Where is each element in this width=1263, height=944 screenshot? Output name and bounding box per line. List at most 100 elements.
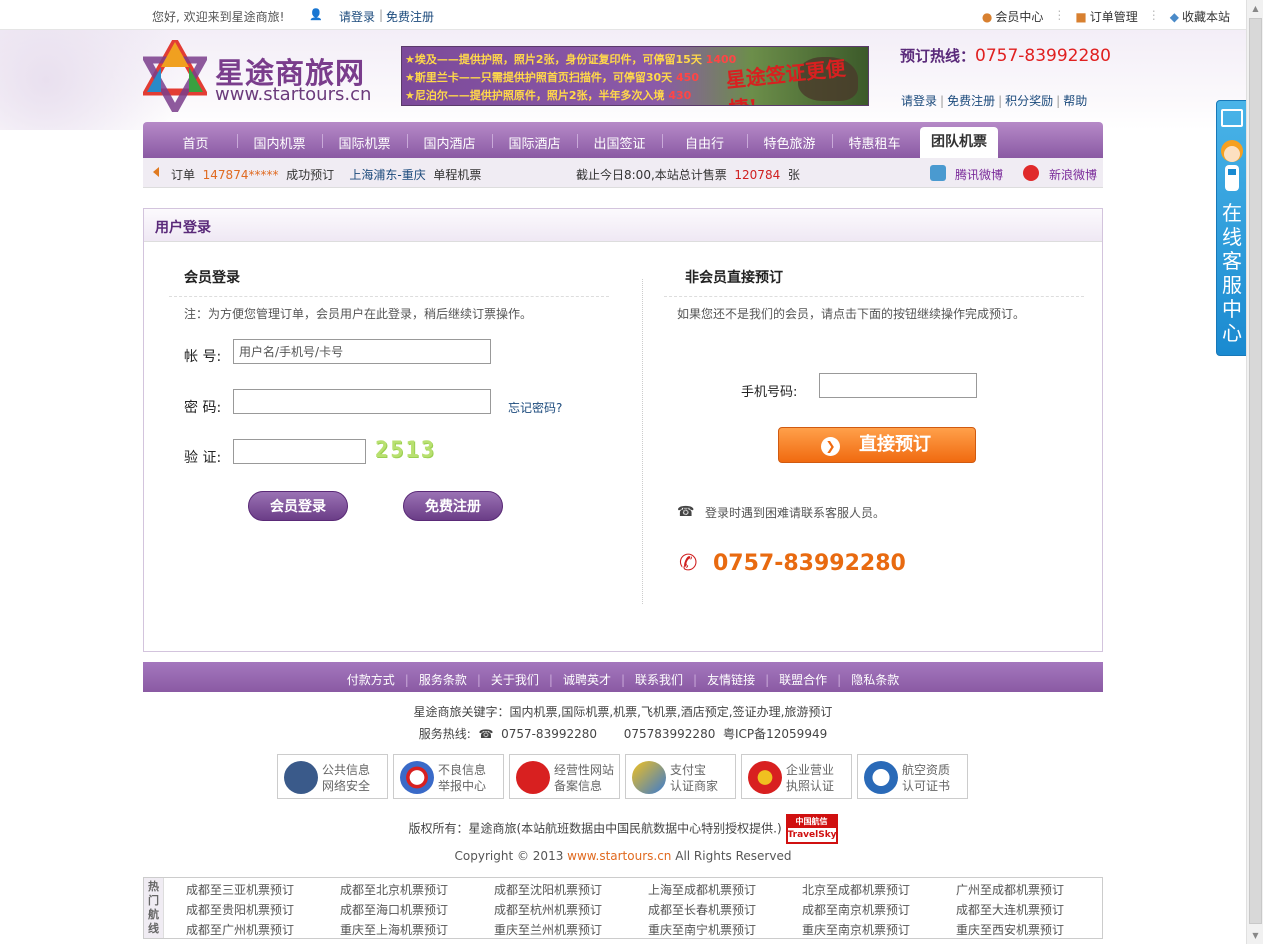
arrow-right-icon: ❯ [821,437,840,456]
order-manage-link[interactable]: ■ 订单管理 [1075,8,1137,25]
route-link[interactable]: 成都至贵阳机票预订 [186,901,294,918]
nav-item-domestic-flights[interactable]: 国内机票 [237,133,322,152]
route-link[interactable]: 重庆至南宁机票预订 [648,921,756,938]
badge-alipay[interactable]: 支付宝 认证商家 [625,754,736,799]
icp-number[interactable]: 粤ICP备12059949 [723,727,827,741]
scroll-down-icon[interactable]: ▼ [1250,930,1261,941]
footer-link-privacy[interactable]: 隐私条款 [851,673,899,687]
route-link[interactable]: 成都至杭州机票预订 [494,901,602,918]
badge-line: 公共信息 [322,763,371,777]
sina-weibo-link[interactable]: 新浪微博 [1049,166,1097,183]
account-input[interactable] [233,339,491,364]
nav-item-intl-hotels[interactable]: 国际酒店 [492,133,577,152]
stats-prefix: 截止今日8:00,本站总计售票 [576,168,727,182]
route-link[interactable]: 成都至长春机票预订 [648,901,756,918]
scroll-up-icon[interactable]: ▲ [1250,3,1261,14]
route-link[interactable]: 成都至三亚机票预订 [186,881,294,898]
nav-item-intl-flights[interactable]: 国际机票 [322,133,407,152]
scrollbar-thumb[interactable] [1249,18,1262,924]
footer-link-friends[interactable]: 友情链接 [707,673,755,687]
divider: | [476,673,481,687]
login-link[interactable]: 请登录 [339,8,375,25]
top-bar: 您好, 欢迎来到星途商旅! 👤 请登录 | 免费注册 ● 会员中心 ⋮ ■ 订单管理… [0,0,1246,30]
route-link[interactable]: 重庆至南京机票预订 [802,921,910,938]
footer-link-terms[interactable]: 服务条款 [419,673,467,687]
divider: | [765,673,770,687]
badge-report-center[interactable]: 不良信息 举报中心 [393,754,504,799]
site-logo[interactable]: 星途商旅网 www.startours.cn [143,40,371,112]
route-link[interactable]: 上海至成都机票预订 [648,881,756,898]
nav-item-car-rental[interactable]: 特惠租车 [832,133,917,152]
guest-booking-heading: 非会员直接预订 [685,270,783,286]
nav-item-home[interactable]: 首页 [153,133,238,152]
login-panel: 用户登录 会员登录 注：为方便您管理订单，会员用户在此登录，稍后继续订票操作。 … [143,208,1103,652]
travelsky-logo[interactable]: 中国航信 TravelSky [785,814,838,844]
tencent-weibo-icon[interactable] [930,165,946,181]
route-link[interactable]: 成都至广州机票预订 [186,921,294,938]
ticker-arrow-icon[interactable] [153,167,159,177]
nav-item-domestic-hotels[interactable]: 国内酒店 [407,133,492,152]
badge-line: 执照认证 [786,779,835,793]
online-service-widget[interactable]: 在线客服中心 [1216,100,1247,356]
badge-text: 不良信息 举报中心 [438,762,486,794]
ticker-bar: 订单 147874***** 成功预订 上海浦东-重庆 单程机票 截止今日8:0… [143,158,1103,188]
badge-website-filing[interactable]: 经营性网站 备案信息 [509,754,620,799]
footer-link-about[interactable]: 关于我们 [491,673,539,687]
route-link[interactable]: 成都至南京机票预订 [802,901,910,918]
route-link[interactable]: 广州至成都机票预订 [956,881,1064,898]
divider: | [620,673,626,687]
phone-icon: ✆ [679,551,698,576]
route-link[interactable]: 重庆至西安机票预订 [956,921,1064,938]
footer-link-alliance[interactable]: 联盟合作 [779,673,827,687]
footer-link-payment[interactable]: 付款方式 [347,673,395,687]
nav-item-special-tours[interactable]: 特色旅游 [747,133,832,152]
copyright-row: 版权所有：星途商旅(本站航班数据由中国民航数据中心特别授权提供.) 中国航信 Tr… [143,814,1103,844]
divider: | [693,673,698,687]
badge-business-license[interactable]: 企业营业 执照认证 [741,754,852,799]
badge-aviation[interactable]: 航空资质 认可证书 [857,754,968,799]
direct-booking-button[interactable]: ❯ 直接预订 [778,427,976,463]
scrollbar[interactable]: ▲ ▼ [1246,0,1263,944]
favorite-link[interactable]: ◆ 收藏本站 [1170,8,1230,25]
nav-item-free-travel[interactable]: 自由行 [662,133,747,152]
visa-banner[interactable]: ★埃及——提供护照，照片2张，身份证复印件，可停留15天 1400 ★斯里兰卡—… [401,46,869,106]
hotline: 预订热线：0757-83992280 [900,45,1111,66]
header-register-link[interactable]: 免费注册 [947,94,995,108]
route-link[interactable]: 北京至成都机票预订 [802,881,910,898]
sina-weibo-icon[interactable] [1023,165,1039,181]
password-input[interactable] [233,389,491,414]
captcha-input[interactable] [233,439,366,464]
stats-count: 120784 [734,168,781,182]
copyright-link[interactable]: www.startours.cn [567,849,671,863]
divider: ⋮ [1147,8,1160,22]
badge-network-security[interactable]: 公共信息 网络安全 [277,754,388,799]
register-link[interactable]: 免费注册 [386,8,434,25]
forgot-password-link[interactable]: 忘记密码? [508,399,562,416]
route-link[interactable]: 成都至北京机票预订 [340,881,448,898]
police-icon [284,761,318,794]
banner-text: ★斯里兰卡——只需提供护照首页扫描件，可停留30天 [405,71,673,84]
contact-phone: 0757-83992280 [713,551,906,576]
nav-item-group-tickets[interactable]: 团队机票 [920,127,998,158]
footer-service: 服务热线: ☎ 0757-83992280 075783992280 粤ICP备… [143,725,1103,742]
route-link[interactable]: 成都至海口机票预订 [340,901,448,918]
member-login-button[interactable]: 会员登录 [248,491,348,521]
footer-link-contact[interactable]: 联系我们 [635,673,683,687]
mobile-input[interactable] [819,373,977,398]
footer-link-jobs[interactable]: 诚聘英才 [563,673,611,687]
help-link[interactable]: 帮助 [1063,94,1087,108]
member-center-link[interactable]: ● 会员中心 [982,8,1044,25]
badge-line: 支付宝 [670,763,707,777]
captcha-image[interactable]: 2513 [375,438,436,463]
nav-item-visa[interactable]: 出国签证 [577,133,662,152]
route-link[interactable]: 重庆至兰州机票预订 [494,921,602,938]
points-link[interactable]: 积分奖励 [1005,94,1053,108]
hot-routes: 热门航线 成都至三亚机票预订 成都至北京机票预订 成都至沈阳机票预订 上海至成都… [143,877,1103,939]
tencent-weibo-link[interactable]: 腾讯微博 [955,166,1003,183]
register-button[interactable]: 免费注册 [403,491,503,521]
route-link[interactable]: 成都至沈阳机票预订 [494,881,602,898]
route-link[interactable]: 成都至大连机票预订 [956,901,1064,918]
hotline-number: 0757-83992280 [975,46,1111,66]
route-link[interactable]: 重庆至上海机票预订 [340,921,448,938]
header-login-link[interactable]: 请登录 [901,94,937,108]
